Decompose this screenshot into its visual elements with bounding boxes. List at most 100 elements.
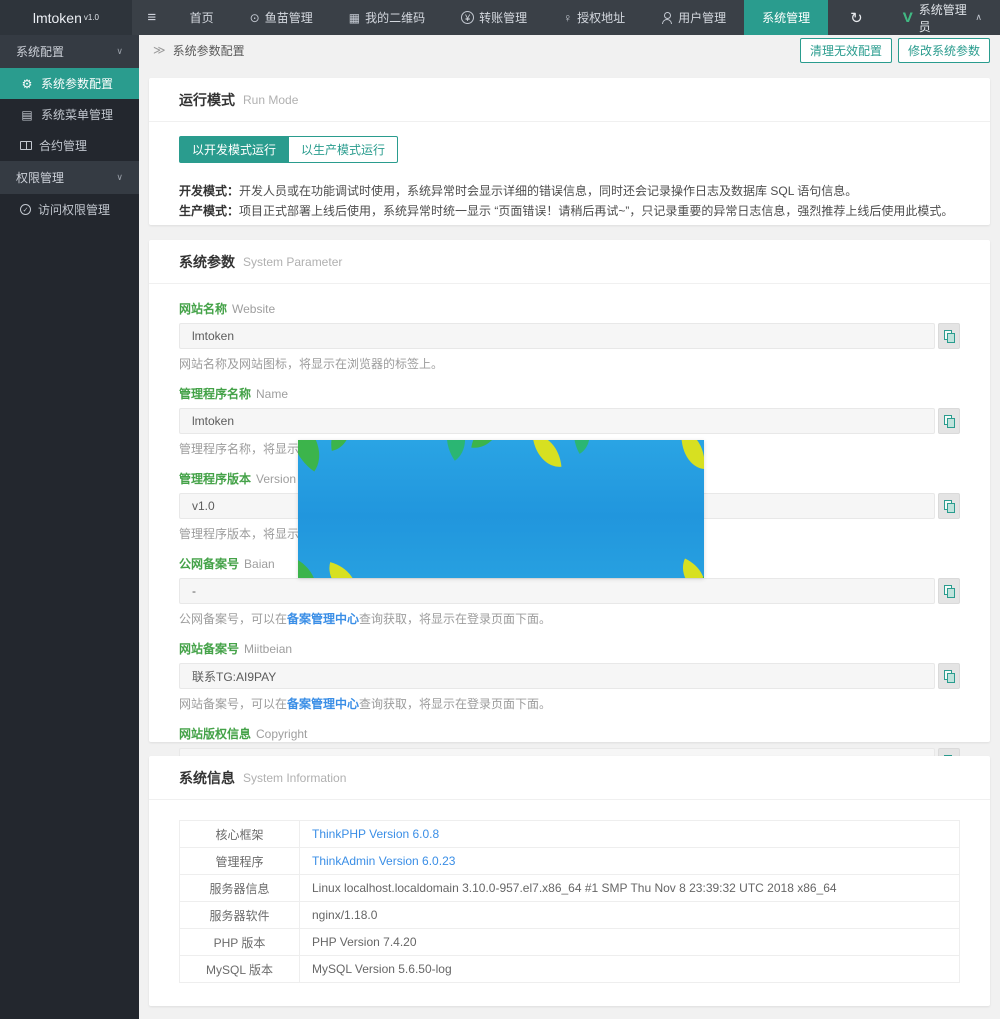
prod-mode-desc-label: 生产模式： [179, 204, 239, 218]
clean-config-button[interactable]: 清理无效配置 [800, 38, 892, 63]
sidebar-item-label: 系统参数配置 [41, 75, 113, 92]
edit-params-button[interactable]: 修改系统参数 [898, 38, 990, 63]
miitbeian-input[interactable] [179, 663, 935, 689]
info-value: MySQL Version 5.6.50-log [300, 956, 960, 983]
floating-banner-image [298, 440, 704, 578]
table-row: 服务器软件 nginx/1.18.0 [180, 902, 960, 929]
table-row: 管理程序 ThinkAdmin Version 6.0.23 [180, 848, 960, 875]
nav-item-my-qrcode[interactable]: ▦ 我的二维码 [331, 0, 443, 35]
page-toolbar: 清理无效配置 修改系统参数 [800, 38, 990, 63]
admin-menu[interactable]: V 系统管理员 ∧ [885, 1, 1000, 35]
beian-center-link[interactable]: 备案管理中心 [287, 697, 359, 711]
dev-mode-desc-label: 开发模式： [179, 184, 239, 198]
nav-item-auth-address[interactable]: ♀ 授权地址 [545, 0, 643, 35]
field-label-en: Name [256, 387, 288, 401]
yen-icon: ¥ [461, 11, 474, 24]
thinkphp-link[interactable]: ThinkPHP Version 6.0.8 [312, 827, 439, 841]
info-label: 服务器信息 [180, 875, 300, 902]
sidebar-item-label: 系统菜单管理 [41, 106, 113, 123]
field-help: 网站名称及网站图标，将显示在浏览器的标签上。 [179, 355, 960, 372]
nav-item-home[interactable]: 首页 [172, 0, 232, 35]
admin-name: 系统管理员 [919, 1, 970, 35]
beian-center-link[interactable]: 备案管理中心 [287, 612, 359, 626]
sidebar-item-label: 访问权限管理 [38, 201, 110, 218]
sidebar-group-permission[interactable]: 权限管理 ∨ [0, 161, 139, 194]
info-value: Linux localhost.localdomain 3.10.0-957.e… [300, 875, 960, 902]
dev-mode-button[interactable]: 以开发模式运行 [179, 136, 289, 163]
copy-icon [944, 670, 955, 683]
breadcrumb: 系统参数配置 [173, 42, 245, 59]
sidebar-group-system-config[interactable]: 系统配置 ∨ [0, 35, 139, 68]
clock-icon: ⊙ [250, 11, 260, 25]
table-row: 服务器信息 Linux localhost.localdomain 3.10.0… [180, 875, 960, 902]
field-help: 公网备案号，可以在备案管理中心查询获取，将显示在登录页面下面。 [179, 610, 960, 627]
system-info-header: 系统信息 System Information [149, 756, 990, 800]
system-info-table: 核心框架 ThinkPHP Version 6.0.8 管理程序 ThinkAd… [179, 820, 960, 983]
field-help: 网站备案号，可以在备案管理中心查询获取，将显示在登录页面下面。 [179, 695, 960, 712]
nav-item-label: 授权地址 [577, 9, 625, 26]
field-label: 网站备案号 [179, 642, 239, 656]
field-label: 管理程序版本 [179, 472, 251, 486]
app-name-input[interactable] [179, 408, 935, 434]
table-row: PHP 版本 PHP Version 7.4.20 [180, 929, 960, 956]
copy-button[interactable] [938, 663, 960, 689]
copy-button[interactable] [938, 493, 960, 519]
run-mode-card: 运行模式 Run Mode 以开发模式运行 以生产模式运行 开发模式：开发人员或… [149, 78, 990, 225]
sidebar-item-label: 合约管理 [39, 137, 87, 154]
field-label-en: Copyright [256, 727, 307, 741]
field-label-en: Baian [244, 557, 275, 571]
sidebar-group-label: 权限管理 [16, 169, 64, 186]
chevron-down-icon: ∨ [116, 172, 123, 183]
person-icon [661, 12, 673, 24]
info-value: PHP Version 7.4.20 [300, 929, 960, 956]
field-label: 公网备案号 [179, 557, 239, 571]
sidebar-item-access-permission[interactable]: ✓ 访问权限管理 [0, 194, 139, 225]
contract-icon [20, 141, 32, 150]
gear-icon: ⚙ [20, 77, 34, 91]
prod-mode-desc-text: 项目正式部署上线后使用，系统异常时统一显示 “页面错误！请稍后再试~”，只记录重… [239, 204, 953, 218]
info-label: 管理程序 [180, 848, 300, 875]
sidebar-item-system-menu[interactable]: ▤ 系统菜单管理 [0, 99, 139, 130]
copy-button[interactable] [938, 578, 960, 604]
run-mode-switch: 以开发模式运行 以生产模式运行 [179, 136, 398, 163]
section-subtitle: Run Mode [243, 93, 298, 107]
refresh-button[interactable]: ↻ [828, 9, 885, 27]
app-logo[interactable]: lmtokenv1.0 [0, 0, 132, 35]
nav-item-fry-management[interactable]: ⊙ 鱼苗管理 [232, 0, 331, 35]
check-circle-icon: ✓ [20, 204, 31, 215]
info-label: MySQL 版本 [180, 956, 300, 983]
website-input[interactable] [179, 323, 935, 349]
field-miitbeian: 网站备案号Miitbeian 网站备案号，可以在备案管理中心查询获取，将显示在登… [179, 640, 960, 712]
nav-item-system-management[interactable]: 系统管理 [744, 0, 828, 35]
sidebar-item-contract[interactable]: 合约管理 [0, 130, 139, 161]
nav-item-label: 首页 [190, 9, 214, 26]
section-subtitle: System Parameter [243, 255, 342, 269]
layout-icon: ▤ [20, 108, 34, 122]
system-info-card: 系统信息 System Information 核心框架 ThinkPHP Ve… [149, 756, 990, 1006]
top-navbar: lmtokenv1.0 ≡ 首页 ⊙ 鱼苗管理 ▦ 我的二维码 ¥ 转账管理 ♀… [0, 0, 1000, 35]
copy-icon [944, 330, 955, 343]
prod-mode-button[interactable]: 以生产模式运行 [289, 136, 398, 163]
nav-item-user-management[interactable]: 用户管理 [643, 0, 744, 35]
baian-input[interactable] [179, 578, 935, 604]
nav-item-label: 系统管理 [762, 9, 810, 26]
info-label: 服务器软件 [180, 902, 300, 929]
copy-button[interactable] [938, 323, 960, 349]
info-label: 核心框架 [180, 821, 300, 848]
navbar-right: ↻ V 系统管理员 ∧ [828, 0, 1000, 35]
field-label: 网站版权信息 [179, 727, 251, 741]
sidebar-group-label: 系统配置 [16, 43, 64, 60]
hamburger-icon: ≡ [147, 9, 156, 26]
run-mode-header: 运行模式 Run Mode [149, 78, 990, 122]
sidebar-item-system-parameter[interactable]: ⚙ 系统参数配置 [0, 68, 139, 99]
location-pin-icon: ♀ [563, 11, 572, 25]
thinkadmin-link[interactable]: ThinkAdmin Version 6.0.23 [312, 854, 455, 868]
field-label: 网站名称 [179, 302, 227, 316]
field-label-en: Website [232, 302, 275, 316]
copy-button[interactable] [938, 408, 960, 434]
nav-item-label: 用户管理 [678, 9, 726, 26]
copy-icon [944, 585, 955, 598]
breadcrumb-caret-icon: ≫ [153, 43, 166, 57]
sidebar-toggle-button[interactable]: ≡ [132, 0, 172, 35]
nav-item-transfer[interactable]: ¥ 转账管理 [443, 0, 545, 35]
